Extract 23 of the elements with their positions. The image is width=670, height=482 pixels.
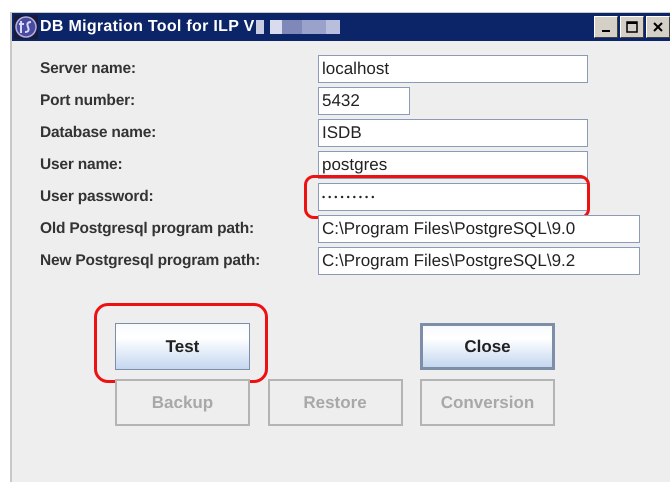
field-label: User password: (40, 188, 154, 206)
field-label: Database name: (40, 124, 158, 142)
maximize-button[interactable] (620, 16, 644, 38)
field-label: Old Postgresql program path: (40, 220, 256, 238)
close-button[interactable] (646, 16, 670, 38)
minimize-icon (602, 30, 610, 32)
field-label: User name: (40, 156, 124, 174)
input-field[interactable]: C:\Program Files\PostgreSQL\9.2 (318, 247, 640, 275)
field-label: Port number: (40, 92, 136, 110)
close-icon (653, 22, 663, 32)
app-logo-icon (14, 15, 38, 39)
input-field[interactable]: ••••••••• (318, 183, 588, 211)
maximize-icon (626, 21, 638, 33)
field-label: Server name: (40, 60, 137, 78)
field-label: New Postgresql program path: (40, 252, 262, 270)
push-button[interactable]: Close (420, 323, 555, 370)
input-field[interactable]: C:\Program Files\PostgreSQL\9.0 (318, 215, 640, 243)
input-field[interactable]: ISDB (318, 119, 588, 147)
window-title: DB Migration Tool for ILP V (40, 18, 255, 36)
push-button[interactable]: Test (115, 323, 250, 370)
input-field[interactable]: localhost (318, 55, 588, 83)
minimize-button[interactable] (594, 16, 618, 38)
input-field[interactable]: 5432 (318, 87, 410, 115)
